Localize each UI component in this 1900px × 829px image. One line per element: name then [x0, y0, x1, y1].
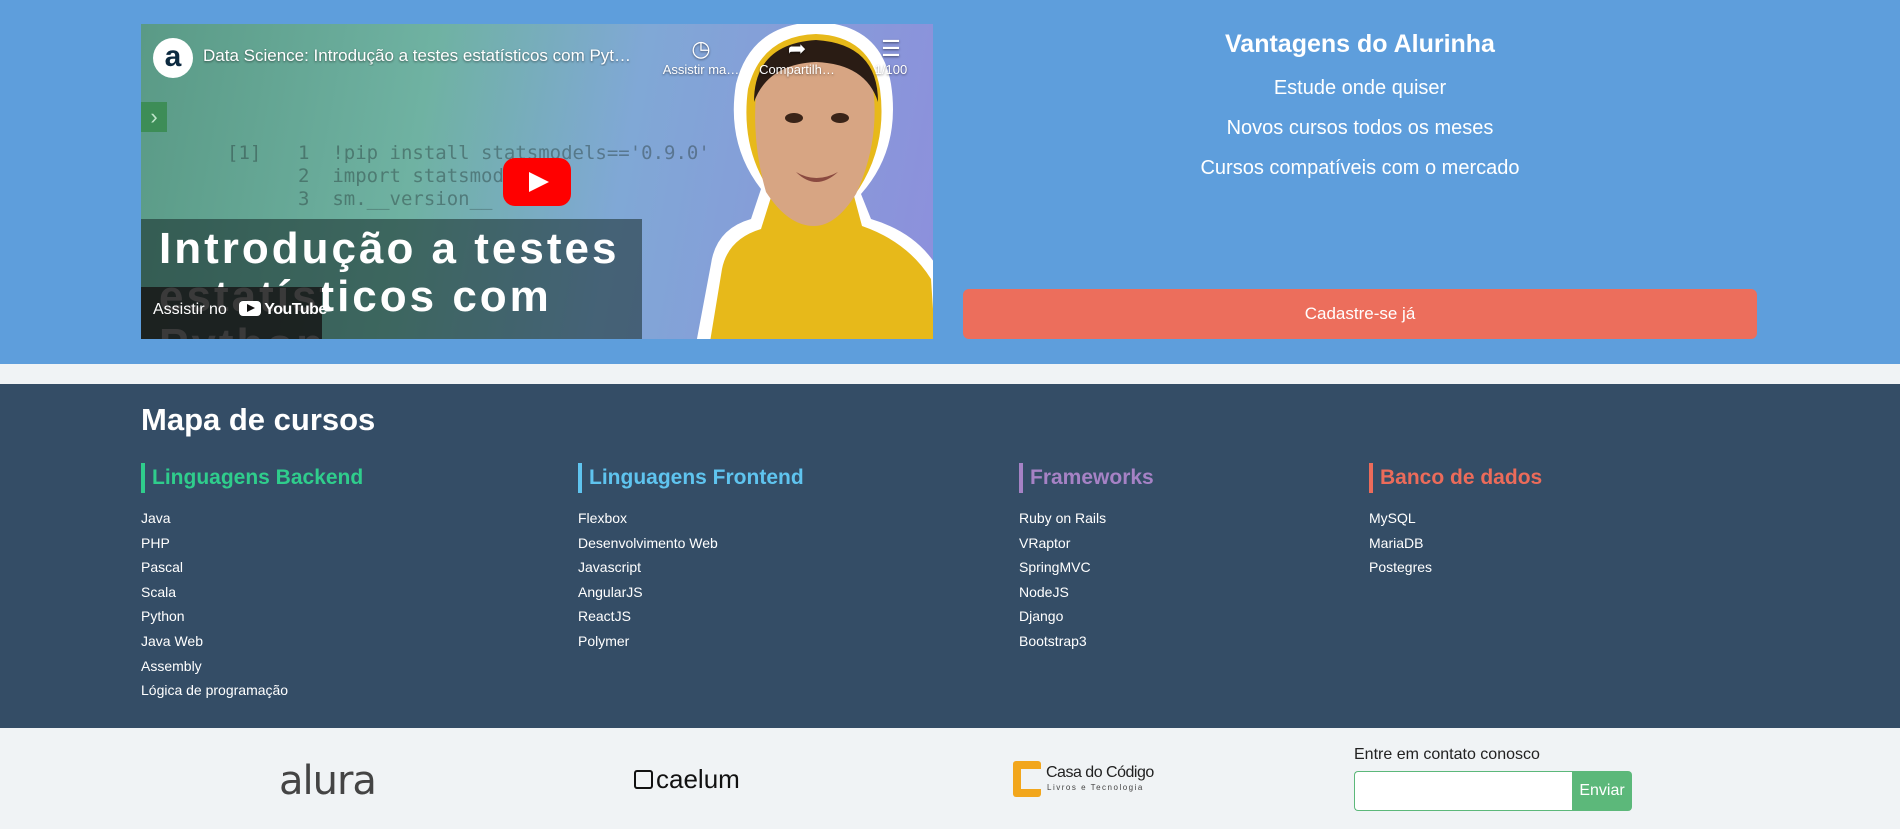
course-map-title: Mapa de cursos	[141, 402, 376, 437]
watch-later-button[interactable]: ◷ Assistir ma…	[656, 36, 746, 77]
course-link[interactable]: Java Web	[141, 629, 363, 654]
contact-label: Entre em contato conosco	[1354, 746, 1540, 763]
course-column-title: Banco de dados	[1369, 463, 1542, 493]
course-column-title: Linguagens Backend	[141, 463, 363, 493]
channel-avatar[interactable]: a	[153, 38, 193, 78]
caelum-mark-icon	[634, 770, 653, 789]
watch-on-youtube-button[interactable]: Assistir no YouTube	[141, 287, 327, 339]
advantages-title: Vantagens do Alurinha	[1225, 30, 1495, 58]
course-link[interactable]: PHP	[141, 531, 363, 556]
course-column-frontend: Linguagens Frontend Flexbox Desenvolvime…	[578, 463, 804, 654]
course-link[interactable]: NodeJS	[1019, 580, 1154, 605]
course-column-title: Frameworks	[1019, 463, 1154, 493]
course-link[interactable]: VRaptor	[1019, 531, 1154, 556]
advantage-item: Cursos compatíveis com o mercado	[1200, 157, 1520, 179]
course-link[interactable]: Lógica de programação	[141, 678, 363, 703]
advantage-item: Novos cursos todos os meses	[1226, 117, 1494, 139]
video-title-link[interactable]: Data Science: Introdução a testes estatí…	[203, 46, 663, 66]
course-link[interactable]: Django	[1019, 604, 1154, 629]
course-link[interactable]: Polymer	[578, 629, 804, 654]
alura-logo[interactable]: alura	[279, 758, 377, 804]
clock-icon: ◷	[691, 36, 711, 61]
course-link[interactable]: Desenvolvimento Web	[578, 531, 804, 556]
course-column-frameworks: Frameworks Ruby on Rails VRaptor SpringM…	[1019, 463, 1154, 654]
course-link[interactable]: Pascal	[141, 555, 363, 580]
course-link[interactable]: AngularJS	[578, 580, 804, 605]
run-cell-icon: ›	[141, 102, 167, 132]
course-link[interactable]: ReactJS	[578, 604, 804, 629]
contact-email-input[interactable]	[1354, 771, 1572, 811]
site-footer: alura caelum Casa do Código Livros e Tec…	[0, 728, 1900, 829]
course-link[interactable]: MySQL	[1369, 506, 1542, 531]
course-map-section: Mapa de cursos Linguagens Backend Java P…	[0, 384, 1900, 728]
youtube-play-icon	[239, 301, 262, 316]
course-column-databases: Banco de dados MySQL MariaDB Postegres	[1369, 463, 1542, 580]
casa-do-codigo-mark-icon	[1013, 761, 1041, 797]
advantage-item: Estude onde quiser	[1273, 77, 1447, 99]
course-column-backend: Linguagens Backend Java PHP Pascal Scala…	[141, 463, 363, 703]
course-link[interactable]: Java	[141, 506, 363, 531]
caelum-logo[interactable]: caelum	[634, 764, 740, 795]
hero-section: [1] 1 !pip install statsmodels=='0.9.0' …	[0, 0, 1900, 364]
playlist-button[interactable]: ☰ 1/100	[846, 36, 933, 77]
share-icon: ➦	[787, 36, 807, 61]
playlist-icon: ☰	[881, 36, 901, 61]
course-link[interactable]: SpringMVC	[1019, 555, 1154, 580]
course-link[interactable]: Javascript	[578, 555, 804, 580]
course-column-title: Linguagens Frontend	[578, 463, 804, 493]
play-button[interactable]	[503, 158, 571, 206]
submit-button[interactable]: Enviar	[1572, 771, 1632, 811]
course-link[interactable]: Postegres	[1369, 555, 1542, 580]
course-link[interactable]: Python	[141, 604, 363, 629]
course-link[interactable]: Scala	[141, 580, 363, 605]
signup-button[interactable]: Cadastre-se já	[963, 289, 1757, 339]
course-link[interactable]: Assembly	[141, 654, 363, 679]
advantages-panel: Vantagens do Alurinha Estude onde quiser…	[963, 30, 1757, 197]
course-link[interactable]: Bootstrap3	[1019, 629, 1154, 654]
youtube-video-embed[interactable]: [1] 1 !pip install statsmodels=='0.9.0' …	[141, 24, 933, 339]
course-link[interactable]: Ruby on Rails	[1019, 506, 1154, 531]
youtube-logo: YouTube	[239, 301, 327, 319]
contact-form: Entre em contato conosco Enviar	[1354, 746, 1632, 811]
course-link[interactable]: MariaDB	[1369, 531, 1542, 556]
course-link[interactable]: Flexbox	[578, 506, 804, 531]
share-button[interactable]: ➦ Compartilh…	[752, 36, 842, 77]
